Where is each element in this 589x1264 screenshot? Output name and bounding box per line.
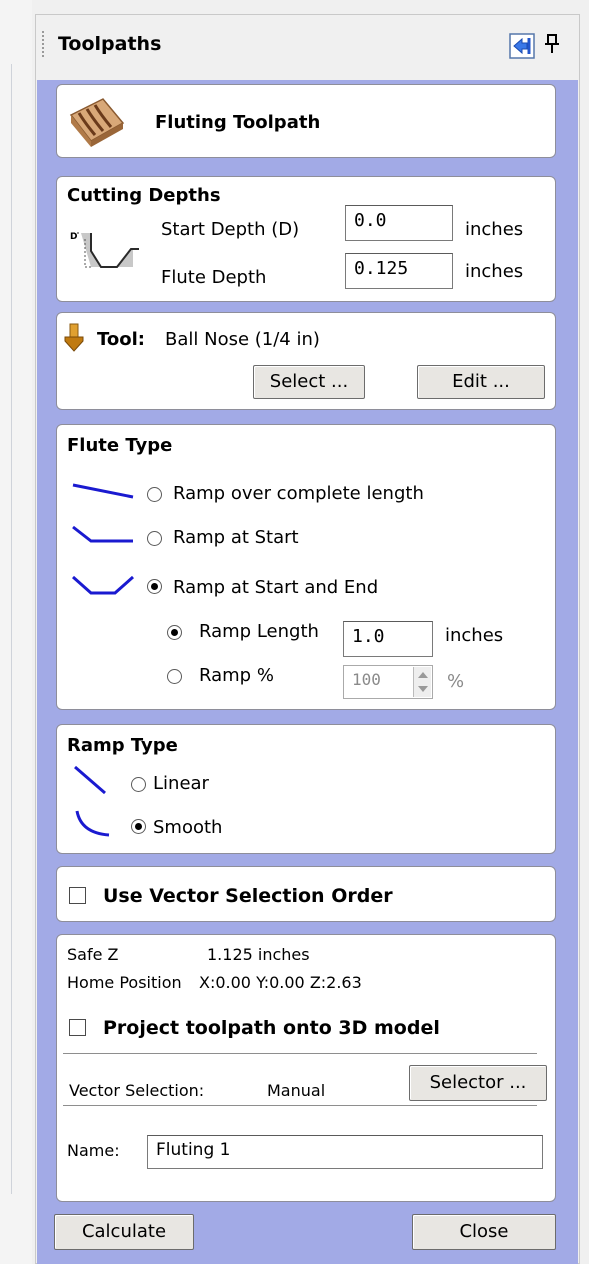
- tool-label: Tool:: [97, 329, 145, 350]
- vector-selection-label: Vector Selection:: [69, 1081, 205, 1100]
- flute-depth-unit: inches: [465, 261, 524, 282]
- ramp-type-heading: Ramp Type: [67, 735, 178, 756]
- toolpath-type-title: Fluting Toolpath: [155, 112, 321, 133]
- depth-diagram-icon: D: [70, 232, 139, 268]
- cutting-depths-heading: Cutting Depths: [67, 185, 221, 206]
- ramp-type-box: Ramp Type Linear Smooth: [56, 724, 556, 854]
- drag-grip[interactable]: [42, 31, 44, 59]
- option-ramp-start: Ramp at Start: [173, 527, 299, 548]
- radio-smooth[interactable]: [131, 819, 146, 834]
- option-ramp-complete: Ramp over complete length: [173, 483, 424, 504]
- option-smooth: Smooth: [153, 817, 223, 838]
- spin-down-icon[interactable]: [418, 686, 428, 692]
- home-position-label: Home Position: [67, 973, 182, 992]
- left-edge-strip: [0, 0, 32, 1264]
- vector-selection-value: Manual: [267, 1081, 326, 1100]
- radio-ramp-start-end[interactable]: [147, 579, 162, 594]
- header-box: Fluting Toolpath: [56, 84, 556, 158]
- divider-1: [63, 1053, 537, 1054]
- ramp-length-unit: inches: [445, 625, 504, 646]
- vector-order-box: Use Vector Selection Order: [56, 866, 556, 922]
- ramp-start-end-icon: [72, 575, 134, 595]
- project-toolpath-checkbox[interactable]: [69, 1019, 86, 1036]
- close-button[interactable]: Close: [412, 1214, 556, 1250]
- project-toolpath-label: Project toolpath onto 3D model: [103, 1017, 440, 1039]
- start-depth-input[interactable]: 0.0: [345, 205, 453, 241]
- start-depth-label: Start Depth (D): [161, 219, 300, 240]
- divider-2: [63, 1105, 537, 1106]
- ramp-percent-label: Ramp %: [199, 665, 274, 686]
- radio-ramp-length[interactable]: [167, 625, 182, 640]
- fluting-tool-icon: [69, 98, 125, 147]
- safe-z-label: Safe Z: [67, 945, 119, 964]
- ramp-complete-icon: [72, 483, 134, 499]
- ramp-percent-unit: %: [447, 671, 465, 692]
- calculate-button[interactable]: Calculate: [54, 1214, 194, 1250]
- flute-depth-label: Flute Depth: [161, 267, 267, 288]
- start-depth-unit: inches: [465, 219, 524, 240]
- left-edge-line: [11, 64, 12, 1194]
- panel-title: Toolpaths: [58, 33, 162, 55]
- radio-ramp-start[interactable]: [147, 531, 162, 546]
- radio-linear[interactable]: [131, 777, 146, 792]
- select-tool-button[interactable]: Select ...: [253, 365, 365, 399]
- vector-order-checkbox[interactable]: [69, 887, 86, 904]
- panel-titlebar: Toolpaths: [36, 15, 579, 79]
- ramp-percent-spinner[interactable]: [413, 667, 431, 697]
- toolpath-name-input[interactable]: Fluting 1: [147, 1135, 543, 1169]
- ramp-length-label: Ramp Length: [199, 621, 319, 642]
- smooth-ramp-icon: [75, 810, 110, 837]
- tool-name: Ball Nose (1/4 in): [165, 329, 320, 350]
- radio-ramp-percent[interactable]: [167, 669, 182, 684]
- settings-box: Safe Z 1.125 inches Home Position X:0.00…: [56, 934, 556, 1202]
- radio-ramp-complete[interactable]: [147, 487, 162, 502]
- spin-up-icon[interactable]: [418, 672, 428, 678]
- vector-order-label: Use Vector Selection Order: [103, 885, 393, 907]
- ramp-percent-value: 100: [352, 670, 381, 689]
- ramp-start-icon: [72, 525, 133, 543]
- home-position-value: X:0.00 Y:0.00 Z:2.63: [199, 973, 362, 992]
- tool-bit-icon: [64, 323, 84, 352]
- flute-depth-input[interactable]: 0.125: [345, 253, 453, 289]
- cutting-depths-box: Cutting Depths D Start Depth (D) 0.0 inc…: [56, 176, 556, 302]
- flute-type-heading: Flute Type: [67, 435, 173, 456]
- flute-type-box: Flute Type Ramp over complete length Ram…: [56, 424, 556, 710]
- tool-box: Tool: Ball Nose (1/4 in) Select ... Edit…: [56, 312, 556, 410]
- ramp-length-input[interactable]: 1.0: [343, 621, 433, 657]
- auto-hide-icon[interactable]: [509, 33, 535, 59]
- edit-tool-button[interactable]: Edit ...: [417, 365, 545, 399]
- safe-z-value: 1.125 inches: [207, 945, 310, 964]
- selector-button[interactable]: Selector ...: [409, 1065, 547, 1101]
- diagram-d-label: D: [70, 232, 77, 242]
- option-ramp-start-end: Ramp at Start and End: [173, 577, 379, 598]
- option-linear: Linear: [153, 773, 209, 794]
- name-label: Name:: [67, 1141, 120, 1160]
- pin-icon[interactable]: [543, 33, 561, 55]
- linear-ramp-icon: [74, 765, 106, 795]
